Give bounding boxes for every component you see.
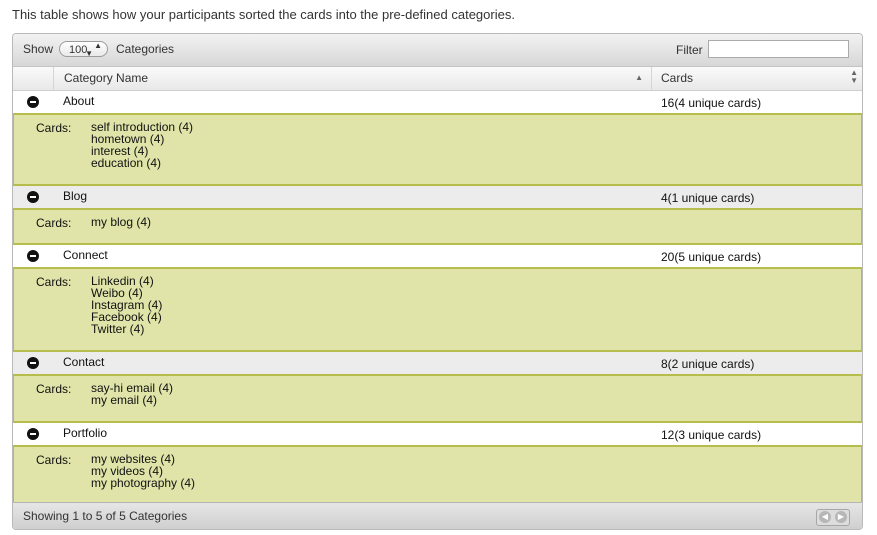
card-count: 4(1 unique cards)	[661, 191, 755, 205]
category-detail: Cards: Linkedin (4) Weibo (4) Instagram (4)…	[13, 267, 862, 352]
category-detail: Cards: my websites (4) my videos (4) my pho…	[13, 445, 862, 506]
category-name-header[interactable]: Category Name ▲	[54, 67, 652, 90]
collapse-icon[interactable]	[27, 357, 39, 369]
next-page-icon[interactable]: ▶	[835, 511, 847, 523]
cards-label: Cards:	[36, 121, 72, 135]
intro-text: This table shows how your participants s…	[12, 7, 515, 22]
category-row: Contact 8(2 unique cards)	[13, 352, 862, 374]
category-row: Portfolio 12(3 unique cards)	[13, 423, 862, 445]
cards-label: Cards:	[36, 216, 72, 230]
show-label: Show	[23, 42, 54, 56]
pager: ◀ ▶	[816, 509, 850, 526]
category-detail: Cards: say-hi email (4) my email (4)	[13, 374, 862, 423]
collapse-icon[interactable]	[27, 250, 39, 262]
collapse-icon[interactable]	[27, 191, 39, 203]
card-list: self introduction (4) hometown (4) interes…	[91, 121, 193, 169]
select-arrows-icon: ▲ ▼	[85, 41, 102, 58]
card-count: 16(4 unique cards)	[661, 96, 762, 110]
table-toolbar: Show 100 ▲ ▼ Categories Filter	[13, 34, 862, 67]
category-detail: Cards: self introduction (4) hometown (4) i…	[13, 113, 862, 186]
card-list: say-hi email (4) my email (4)	[91, 382, 173, 406]
category-detail: Cards: my blog (4)	[13, 208, 862, 245]
category-row: About 16(4 unique cards)	[13, 91, 862, 113]
cards-label: Cards:	[36, 453, 72, 467]
card-count: 20(5 unique cards)	[661, 250, 762, 264]
card-item: Twitter (4)	[91, 322, 145, 336]
card-item: my email (4)	[91, 393, 158, 407]
previous-page-icon[interactable]: ◀	[819, 511, 831, 523]
pagination-info: Showing 1 to 5 of 5 Categories	[23, 509, 188, 523]
sort-both-icon: ▲ ▼	[850, 68, 858, 85]
table-header: Category Name ▲ Cards ▲ ▼	[13, 67, 862, 91]
card-list: my blog (4)	[91, 216, 151, 228]
card-count: 12(3 unique cards)	[661, 428, 762, 442]
cards-header[interactable]: Cards ▲ ▼	[653, 67, 862, 90]
category-name: Connect	[63, 248, 108, 262]
card-count: 8(2 unique cards)	[661, 357, 755, 371]
collapse-icon[interactable]	[27, 96, 39, 108]
sort-ascending-icon: ▲	[635, 73, 643, 82]
card-item: my blog (4)	[91, 215, 152, 229]
category-name: About	[63, 94, 95, 108]
card-item: my photography (4)	[91, 476, 196, 490]
cards-label: Cards:	[36, 382, 72, 396]
collapse-icon[interactable]	[27, 428, 39, 440]
filter-input[interactable]	[708, 40, 849, 58]
categories-label: Categories	[116, 42, 175, 56]
category-row: Blog 4(1 unique cards)	[13, 186, 862, 208]
category-name: Blog	[63, 189, 88, 203]
category-name: Contact	[63, 355, 105, 369]
expand-column-header	[13, 67, 54, 90]
page-size-select[interactable]: 100 ▲ ▼	[59, 41, 108, 58]
card-list: Linkedin (4) Weibo (4) Instagram (4) Facebo…	[91, 275, 162, 335]
table-footer: Showing 1 to 5 of 5 Categories ◀ ▶	[13, 502, 862, 529]
category-row: Connect 20(5 unique cards)	[13, 245, 862, 267]
card-list: my websites (4) my videos (4) my photograp…	[91, 453, 195, 489]
card-item: education (4)	[91, 156, 162, 170]
categories-table: Show 100 ▲ ▼ Categories Filter Category N…	[12, 33, 863, 530]
table-body: About 16(4 unique cards) Cards: self introd…	[13, 91, 862, 506]
category-name: Portfolio	[63, 426, 108, 440]
cards-label: Cards:	[36, 275, 72, 289]
filter-label: Filter	[676, 43, 703, 57]
